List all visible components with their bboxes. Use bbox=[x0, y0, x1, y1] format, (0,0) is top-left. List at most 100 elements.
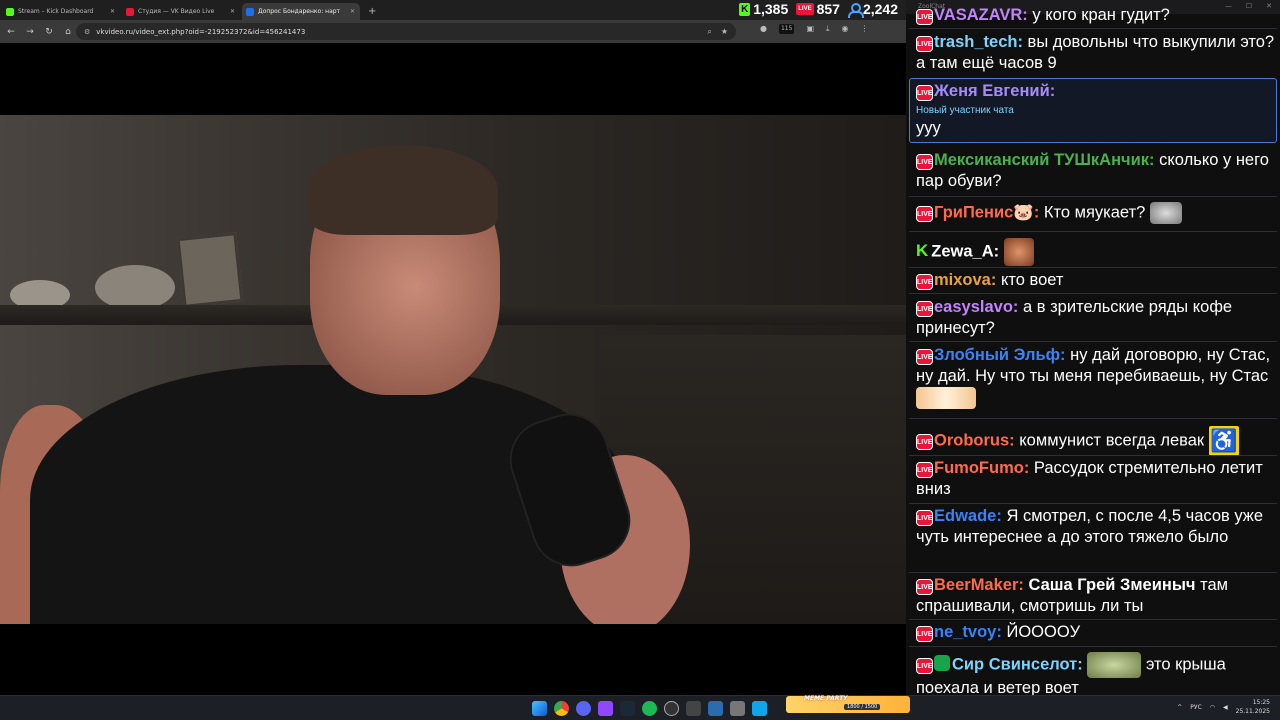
star-icon[interactable]: ★ bbox=[721, 27, 728, 37]
extension-badge[interactable]: 115 bbox=[778, 24, 795, 34]
divider bbox=[909, 619, 1277, 620]
divider bbox=[909, 572, 1277, 573]
chat-message: LIVEVASAZAVR: у кого кран гудит? bbox=[916, 5, 1276, 26]
vk-live-icon: LIVE bbox=[916, 434, 933, 451]
chat-nick[interactable]: trash_tech: bbox=[934, 33, 1023, 51]
chat-text: Кто мяукает? bbox=[1043, 203, 1146, 222]
chat-nick[interactable]: Сир Свинселот: bbox=[952, 655, 1083, 673]
tab-title: Stream – Kick Dashboard bbox=[18, 8, 94, 15]
vk-live-icon: LIVE bbox=[916, 301, 933, 317]
video-player[interactable] bbox=[0, 43, 906, 695]
chat-text: коммунист всегда левак bbox=[1019, 431, 1205, 450]
divider bbox=[909, 341, 1277, 342]
chat-nick[interactable]: Мексиканский ТУШкАнчик: bbox=[934, 151, 1155, 169]
forward-arrow-icon[interactable]: → bbox=[22, 27, 38, 37]
vk-viewer-count: 857 bbox=[816, 1, 840, 17]
close-tab-icon[interactable]: ✕ bbox=[230, 8, 235, 15]
new-tab-button[interactable]: + bbox=[368, 6, 376, 17]
close-tab-icon[interactable]: ✕ bbox=[110, 8, 115, 15]
vk-live-icon: LIVE bbox=[916, 206, 933, 223]
reload-icon[interactable]: ↻ bbox=[41, 27, 57, 37]
chevron-up-icon[interactable]: ^ bbox=[1177, 704, 1182, 711]
extensions-area: ● 115 ▣ ⤓ ◉ ⋮ bbox=[760, 24, 869, 34]
close-tab-icon[interactable]: ✕ bbox=[350, 8, 355, 15]
obs-icon[interactable] bbox=[664, 701, 679, 716]
extension-icon[interactable]: ● bbox=[760, 24, 767, 34]
chat-message: K Zewa_A: bbox=[916, 238, 1276, 266]
person-hair bbox=[308, 145, 498, 235]
chat-message: LIVEEdwade: Я смотрел, с после 4,5 часов… bbox=[916, 506, 1276, 548]
app-icon[interactable] bbox=[730, 701, 745, 716]
chat-text: кто воет bbox=[1000, 271, 1064, 289]
chat-message: LIVEМексиканский ТУШкАнчик: сколько у не… bbox=[916, 150, 1276, 192]
chat-nick[interactable]: ГриПенис🐷: bbox=[934, 203, 1039, 221]
back-arrow-icon[interactable]: ← bbox=[3, 27, 19, 37]
puzzle-icon[interactable]: ▣ bbox=[806, 24, 814, 34]
wifi-icon[interactable]: ◠ bbox=[1210, 704, 1215, 711]
address-bar[interactable]: ⚙ vkvideo.ru/video_ext.php?oid=-21925237… bbox=[76, 23, 736, 40]
site-info-icon[interactable]: ⚙ bbox=[84, 28, 90, 36]
divider bbox=[909, 231, 1277, 232]
tab-bar: Stream – Kick Dashboard ✕ Студия — VK Ви… bbox=[0, 0, 906, 20]
steam-icon[interactable] bbox=[620, 701, 635, 716]
app-icon[interactable] bbox=[708, 701, 723, 716]
kebab-menu-icon[interactable]: ⋮ bbox=[861, 24, 869, 34]
twitch-icon[interactable] bbox=[598, 701, 613, 716]
zoom-icon[interactable]: ⌕ bbox=[707, 27, 711, 37]
chat-nick[interactable]: easyslavo: bbox=[934, 298, 1018, 316]
tab-vk-video[interactable]: Допрос Бондаренко: нарт ✕ bbox=[242, 3, 360, 20]
chat-nick[interactable]: Zewa_A: bbox=[931, 242, 999, 260]
url-text: vkvideo.ru/video_ext.php?oid=-219252372&… bbox=[96, 27, 306, 36]
app-icon[interactable] bbox=[752, 701, 767, 716]
chat-nick[interactable]: FumoFumo: bbox=[934, 459, 1029, 477]
chat-text: ууу bbox=[916, 119, 941, 137]
kick-favicon-icon bbox=[6, 7, 14, 16]
chat-nick[interactable]: VASAZAVR: bbox=[934, 6, 1028, 24]
chat-nick[interactable]: Oroborus: bbox=[934, 431, 1015, 449]
chat-text: ЙОООOУ bbox=[1006, 623, 1081, 641]
divider bbox=[909, 455, 1277, 456]
spotify-icon[interactable] bbox=[642, 701, 657, 716]
chat-message: LIVEne_tvoy: ЙОООOУ bbox=[916, 622, 1276, 643]
chat-nick[interactable]: Злобный Эльф: bbox=[934, 346, 1066, 364]
chat-nick[interactable]: Женя Евгений: bbox=[934, 82, 1055, 100]
profile-icon[interactable]: ◉ bbox=[842, 24, 849, 34]
chat-nick[interactable]: BeerMaker: bbox=[934, 576, 1024, 594]
chat-message: LIVE Сир Свинселот: это крыша поехала и в… bbox=[916, 652, 1276, 695]
divider bbox=[909, 293, 1277, 294]
language-indicator[interactable]: РУС bbox=[1190, 704, 1201, 711]
home-icon[interactable]: ⌂ bbox=[60, 27, 76, 37]
download-icon[interactable]: ⤓ bbox=[826, 24, 830, 34]
vk-live-icon: LIVE bbox=[916, 579, 933, 595]
discord-icon[interactable] bbox=[576, 701, 591, 716]
chat-message: LIVEOroborus: коммунист всегда левак ♿ bbox=[916, 426, 1276, 456]
system-tray: ^ РУС ◠ ◀ 15:25 25.11.2025 bbox=[1177, 698, 1270, 716]
chrome-icon[interactable] bbox=[554, 701, 569, 716]
chat-nick[interactable]: Edwade: bbox=[934, 507, 1002, 525]
divider bbox=[909, 196, 1277, 197]
divider bbox=[909, 267, 1277, 268]
app-icon[interactable] bbox=[686, 701, 701, 716]
chat-nick[interactable]: ne_tvoy: bbox=[934, 623, 1002, 641]
chat-message: LIVEBeerMaker: Саша Грей Змеиныч там спр… bbox=[916, 575, 1276, 617]
vk-live-icon: LIVE bbox=[916, 36, 933, 52]
taskbar-apps bbox=[532, 701, 767, 716]
chat-nick[interactable]: mixova: bbox=[934, 271, 996, 289]
overlay-label: MEME PARTY bbox=[804, 695, 848, 702]
handshake-emote-icon bbox=[916, 387, 976, 409]
windows-start-icon[interactable] bbox=[532, 701, 547, 716]
vk-live-icon: LIVE bbox=[916, 462, 933, 478]
tab-vk-studio[interactable]: Студия — VK Видео Live ✕ bbox=[122, 3, 240, 20]
kick-platform-icon: K bbox=[916, 241, 929, 261]
kick-viewer-count: 1,385 bbox=[753, 1, 789, 17]
vk-live-icon: LIVE bbox=[916, 274, 933, 290]
video-frame bbox=[0, 115, 906, 624]
chat-window: ZoolChat — ☐ ✕ LIVEVASAZAVR: у кого кран г… bbox=[906, 0, 1280, 695]
speaker-icon[interactable]: ◀ bbox=[1223, 704, 1228, 711]
chat-message: LIVEГриПенис🐷: Кто мяукает? bbox=[916, 202, 1276, 224]
vk-live-icon: LIVE bbox=[916, 626, 933, 642]
clock[interactable]: 15:25 25.11.2025 bbox=[1236, 698, 1270, 716]
tab-kick-dashboard[interactable]: Stream – Kick Dashboard ✕ bbox=[2, 3, 120, 20]
divider bbox=[909, 503, 1277, 504]
stream-stats: K 1,385 LIVE 857 2,242 bbox=[739, 1, 898, 18]
